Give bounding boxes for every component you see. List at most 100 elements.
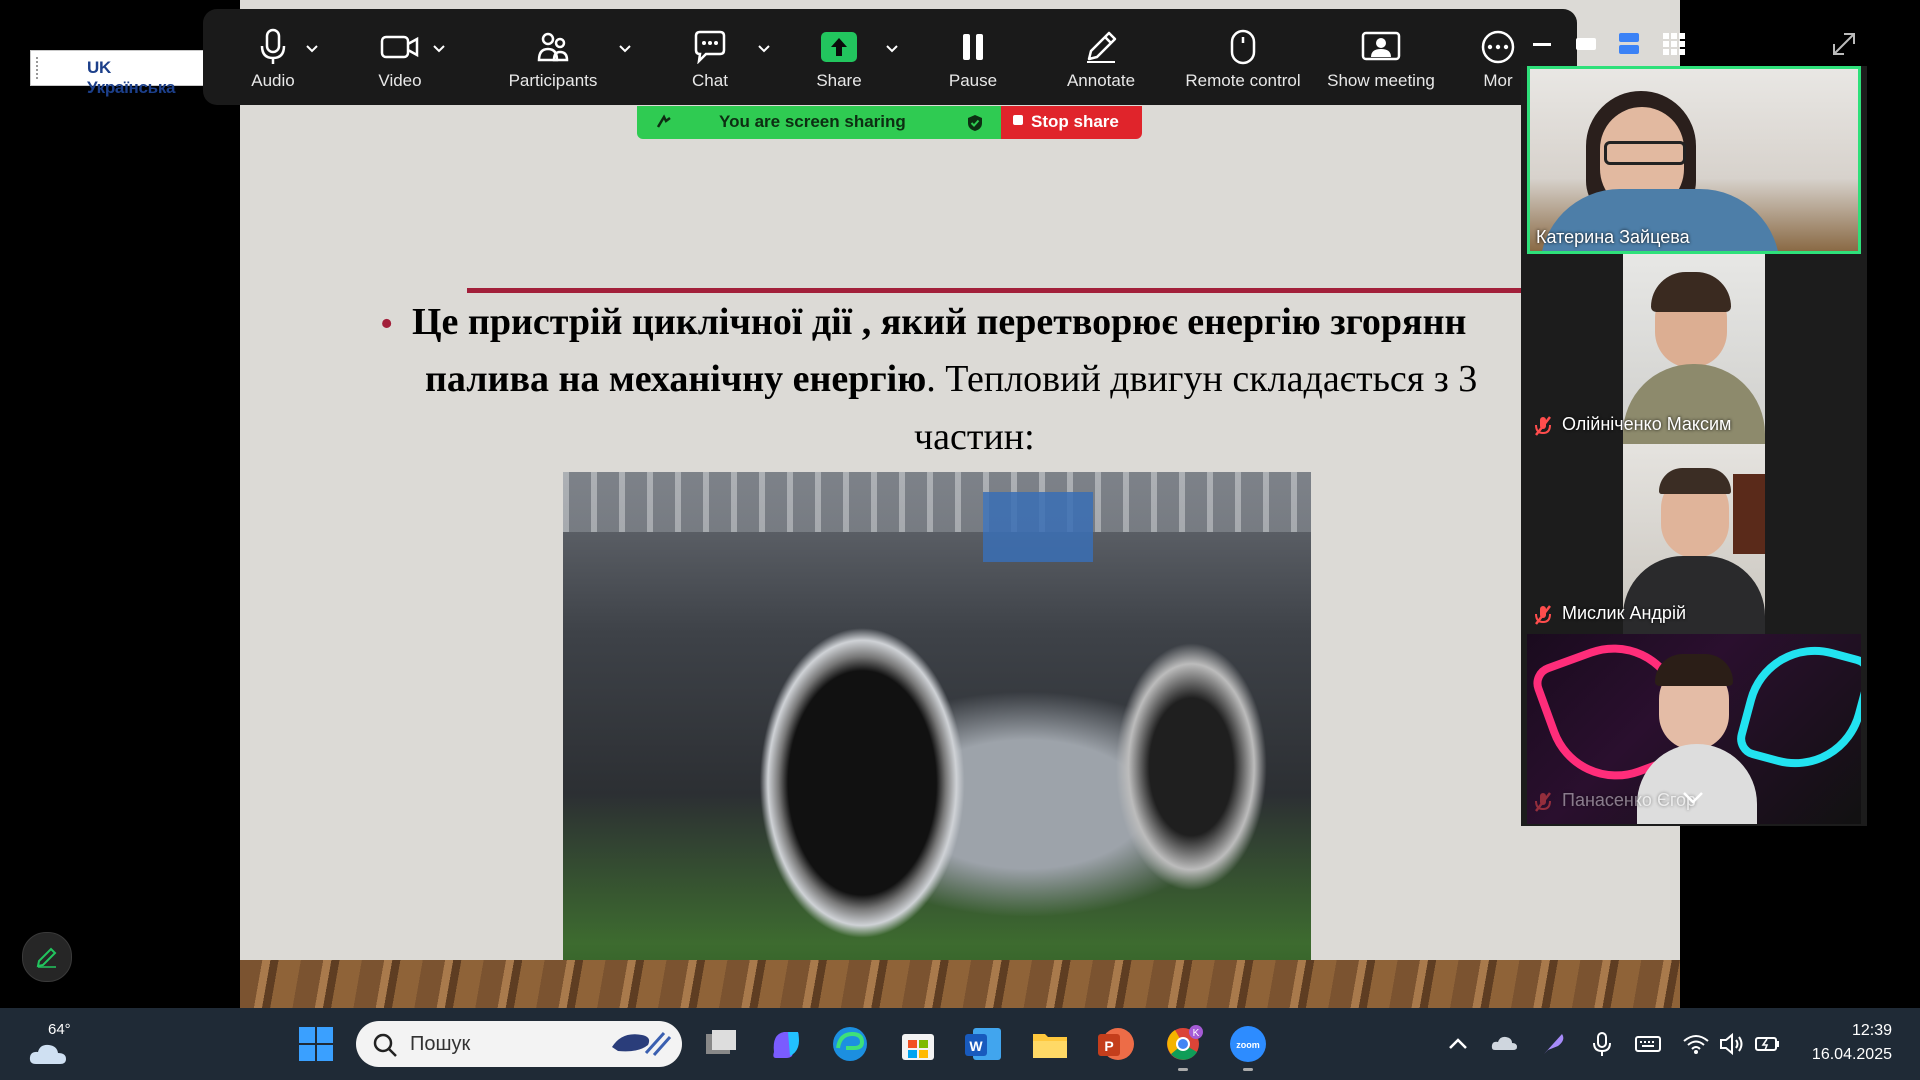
- slide-text-line-2: палива на механічну енергію. Тепловий дв…: [425, 357, 1477, 401]
- thumbnail-view-icon[interactable]: [1576, 38, 1596, 50]
- video-label: Video: [378, 71, 422, 90]
- share-screen-icon: [821, 32, 857, 62]
- zoom-app-icon[interactable]: zoom: [1228, 1024, 1268, 1064]
- screen-sharing-banner[interactable]: You are screen sharing: [637, 106, 1001, 139]
- stop-square-icon: [1013, 115, 1023, 125]
- remote-control-label: Remote control: [1185, 71, 1301, 90]
- remote-control-button[interactable]: Remote control: [1163, 9, 1323, 105]
- taskbar-search-box[interactable]: Пошук: [356, 1021, 682, 1067]
- language-indicator[interactable]: UK Українська: [30, 50, 204, 97]
- chat-icon: [694, 30, 726, 64]
- show-meeting-button[interactable]: Show meeting: [1311, 9, 1451, 105]
- search-icon: [373, 1033, 397, 1057]
- pen-feather-icon[interactable]: [1540, 1030, 1568, 1058]
- cloud-icon: [29, 1044, 66, 1064]
- bullet-point-icon: •: [380, 303, 394, 345]
- microsoft-store-icon[interactable]: [898, 1024, 938, 1064]
- weather-widget[interactable]: 64°: [28, 1020, 88, 1070]
- video-options-chevron-icon[interactable]: [433, 45, 445, 55]
- participants-label: Participants: [508, 71, 598, 90]
- share-options-chevron-icon[interactable]: [886, 45, 898, 55]
- slide-text-line-3: частин:: [914, 416, 1035, 458]
- wifi-icon[interactable]: [1682, 1030, 1710, 1058]
- view-layout-controls: [1533, 30, 1685, 58]
- stop-share-button[interactable]: Stop share: [1001, 106, 1142, 139]
- photo-truss: [563, 472, 1311, 532]
- show-hidden-icons-chevron-icon[interactable]: [1444, 1030, 1472, 1058]
- background-logo-shape: [1732, 634, 1861, 783]
- pause-share-button[interactable]: Pause: [923, 9, 1023, 105]
- chat-button[interactable]: Chat: [665, 9, 755, 105]
- share-status-icon: [656, 114, 671, 128]
- slide-text-line-1: Це пристрій циклічної дії , який перетво…: [412, 301, 1467, 343]
- svg-text:K: K: [1193, 1028, 1200, 1039]
- pause-label: Pause: [948, 71, 998, 90]
- show-meeting-label: Show meeting: [1327, 71, 1435, 90]
- participant-name: Олійніченко Максим: [1562, 414, 1732, 434]
- participants-icon: [537, 32, 569, 62]
- chat-label: Chat: [692, 71, 728, 90]
- task-view-icon[interactable]: [700, 1024, 740, 1064]
- running-indicator: [1243, 1068, 1253, 1071]
- pause-icon: [963, 34, 983, 60]
- audio-button[interactable]: Audio: [223, 9, 323, 105]
- slide-divider-line: [467, 288, 1541, 293]
- wall-rug-decoration: [1733, 474, 1765, 554]
- file-explorer-icon[interactable]: [1030, 1024, 1070, 1064]
- shared-slide: • Це пристрій циклічної дії , який перет…: [240, 0, 1680, 1008]
- participant-video-panel: Катерина Зайцева Олійніченко Максим Мисл…: [1521, 66, 1867, 826]
- stop-share-label: Stop share: [1031, 112, 1119, 131]
- scroll-down-chevron-icon[interactable]: [1681, 790, 1705, 806]
- volume-icon[interactable]: [1718, 1030, 1746, 1058]
- svg-text:W: W: [969, 1038, 983, 1054]
- speaker-view-icon[interactable]: [1619, 33, 1639, 55]
- annotate-button[interactable]: Annotate: [1051, 9, 1151, 105]
- battery-charging-icon[interactable]: [1754, 1030, 1782, 1058]
- powerpoint-icon[interactable]: P: [1096, 1024, 1136, 1064]
- windows-start-icon[interactable]: [298, 1026, 334, 1062]
- microphone-icon: [260, 28, 286, 64]
- system-clock[interactable]: 12:39 16.04.2025: [1792, 1020, 1892, 1070]
- search-highlight-icon: [612, 1031, 672, 1056]
- participant-name: Катерина Зайцева: [1536, 227, 1690, 247]
- minimize-icon[interactable]: [1533, 42, 1553, 48]
- video-tile-active-speaker[interactable]: Катерина Зайцева: [1527, 66, 1861, 254]
- expand-icon[interactable]: [1830, 30, 1858, 58]
- pencil-icon: [36, 947, 57, 968]
- onedrive-cloud-icon[interactable]: [1490, 1030, 1518, 1058]
- microphone-in-use-icon[interactable]: [1588, 1030, 1616, 1058]
- keyboard-icon[interactable]: [1634, 1030, 1662, 1058]
- glasses-icon: [1604, 141, 1686, 165]
- slide-text-regular: . Тепловий двигун складається з 3: [926, 358, 1478, 400]
- participants-options-chevron-icon[interactable]: [619, 45, 631, 55]
- drag-grip-icon[interactable]: [36, 57, 42, 79]
- edge-browser-icon[interactable]: [830, 1024, 870, 1064]
- chrome-icon[interactable]: K: [1163, 1024, 1203, 1064]
- audio-options-chevron-icon[interactable]: [306, 45, 318, 55]
- participant-figure-hair: [1659, 468, 1731, 494]
- jet-engine-photo: [563, 472, 1311, 1008]
- meeting-toolbar: Audio Video Participants Chat Share Paus…: [203, 9, 1577, 105]
- photo-banner: [983, 492, 1093, 562]
- word-icon[interactable]: W: [963, 1024, 1003, 1064]
- share-label: Share: [816, 71, 862, 90]
- annotation-pen-button[interactable]: [22, 932, 72, 982]
- screen-sharing-status-text: You are screen sharing: [719, 112, 906, 131]
- slide-text-bold: палива на механічну енергію: [425, 358, 927, 400]
- gallery-view-icon[interactable]: [1663, 33, 1685, 55]
- shield-icon: [968, 115, 982, 131]
- video-button[interactable]: Video: [350, 9, 450, 105]
- participants-button[interactable]: Participants: [493, 9, 613, 105]
- audio-label: Audio: [251, 71, 295, 90]
- search-placeholder: Пошук: [410, 1033, 471, 1055]
- participant-figure-hair: [1651, 272, 1731, 312]
- share-button[interactable]: Share: [794, 9, 884, 105]
- mouse-icon: [1230, 29, 1256, 65]
- more-icon: [1481, 30, 1515, 64]
- copilot-icon[interactable]: [766, 1024, 806, 1064]
- running-indicator: [1178, 1068, 1188, 1071]
- clock-time: 12:39: [1851, 1022, 1892, 1039]
- participant-name: Панасенко Єгор: [1562, 790, 1697, 810]
- chat-options-chevron-icon[interactable]: [758, 45, 770, 55]
- participant-figure-hair: [1655, 654, 1733, 686]
